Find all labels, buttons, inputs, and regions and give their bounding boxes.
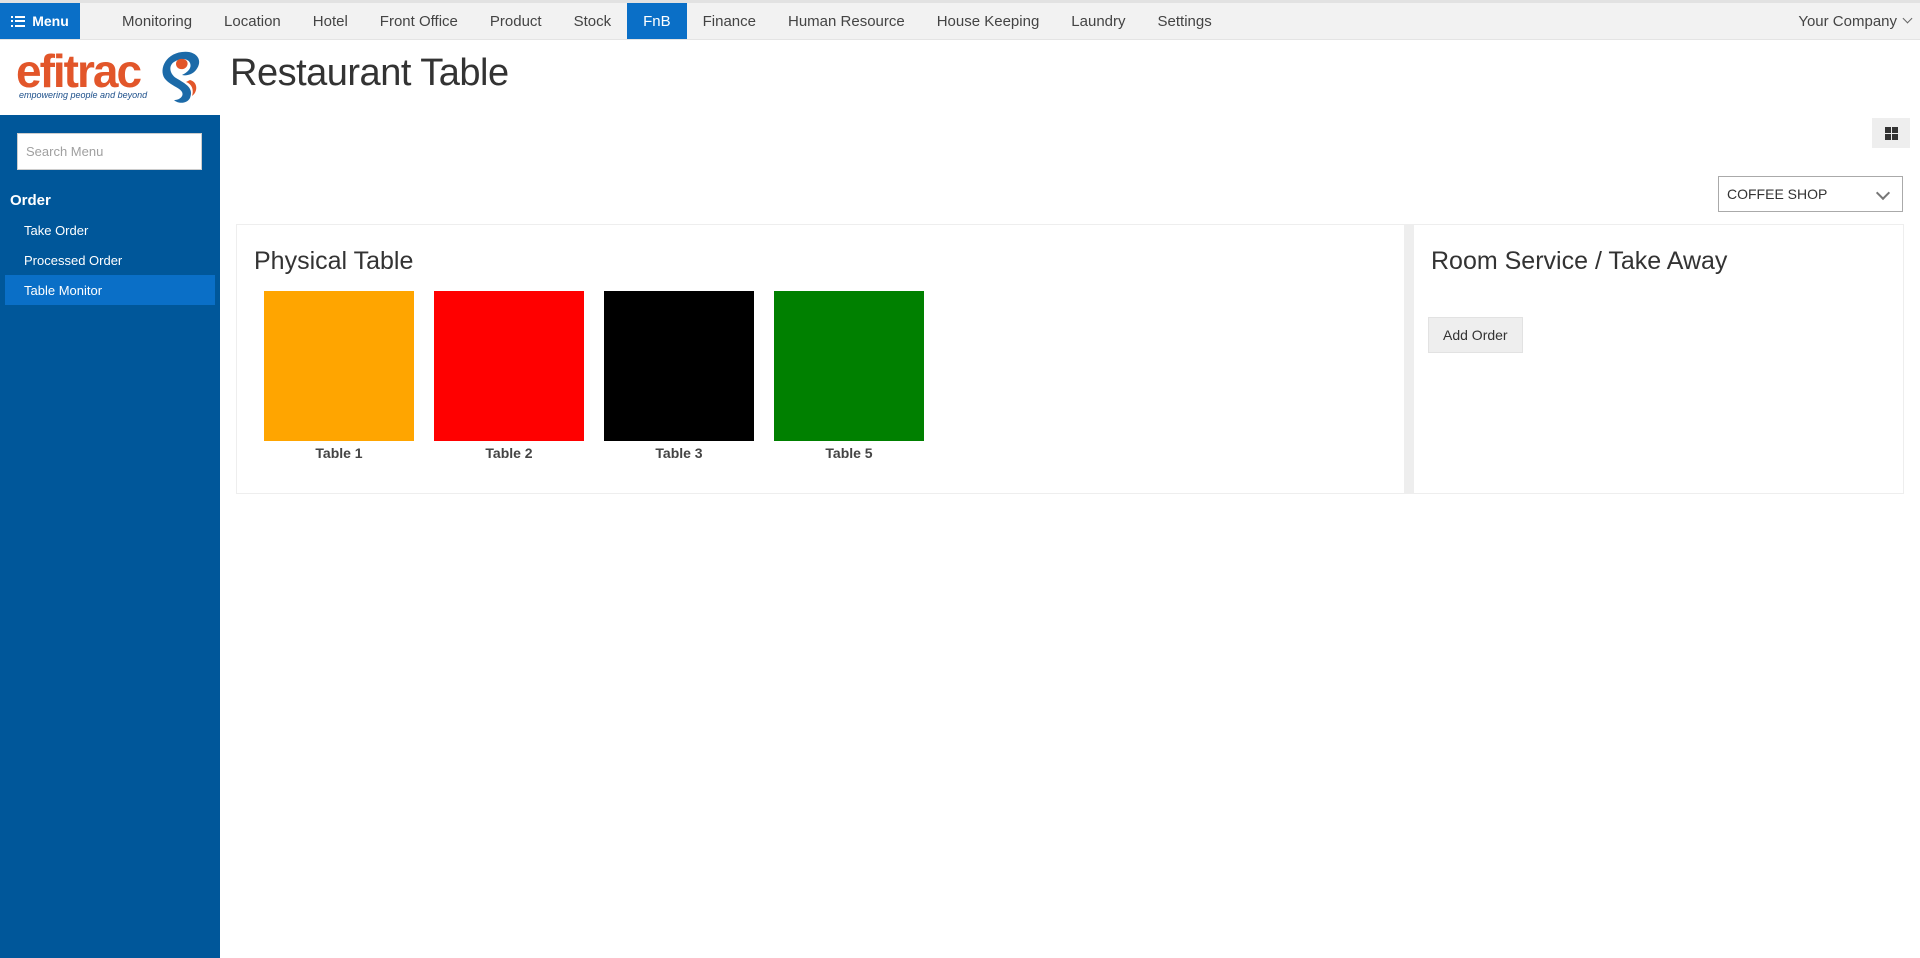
nav-item-front-office[interactable]: Front Office — [364, 3, 474, 39]
page-title: Restaurant Table — [230, 52, 509, 94]
sidebar-item-table-monitor[interactable]: Table Monitor — [5, 275, 215, 305]
sidebar-section-order: Order — [10, 192, 51, 209]
main-nav: Monitoring Location Hotel Front Office P… — [106, 3, 1228, 39]
nav-item-human-resource[interactable]: Human Resource — [772, 3, 921, 39]
logo-tagline: empowering people and beyond — [19, 90, 148, 100]
table-status-swatch — [434, 291, 584, 441]
company-label: Your Company — [1798, 12, 1897, 30]
sidebar-item-label: Take Order — [24, 222, 89, 238]
logo-wordmark: efitrac — [16, 45, 142, 97]
efitrac-logo: efitrac empowering people and beyond — [16, 48, 206, 106]
nav-item-fnb[interactable]: FnB — [627, 3, 687, 39]
company-dropdown[interactable]: Your Company — [1798, 3, 1912, 39]
table-panels: Physical Table Table 1 Table 2 Table 3 T… — [236, 224, 1904, 494]
menu-button-label: Menu — [32, 13, 69, 29]
hamburger-icon — [11, 15, 26, 27]
nav-item-monitoring[interactable]: Monitoring — [106, 3, 208, 39]
sidebar-item-processed-order[interactable]: Processed Order — [5, 245, 215, 275]
sidebar: Order Take Order Processed Order Table M… — [0, 115, 220, 958]
nav-item-laundry[interactable]: Laundry — [1055, 3, 1141, 39]
table-label: Table 1 — [315, 445, 363, 461]
table-card-3[interactable]: Table 3 — [604, 291, 754, 461]
chevron-down-icon — [1876, 188, 1888, 200]
room-service-heading: Room Service / Take Away — [1431, 247, 1728, 275]
table-label: Table 2 — [485, 445, 533, 461]
menu-button[interactable]: Menu — [0, 3, 80, 39]
nav-item-product[interactable]: Product — [474, 3, 558, 39]
top-navigation-bar: Menu Monitoring Location Hotel Front Off… — [0, 0, 1920, 40]
table-grid: Table 1 Table 2 Table 3 Table 5 — [264, 291, 944, 461]
panel-divider — [1404, 225, 1414, 493]
nav-item-finance[interactable]: Finance — [687, 3, 772, 39]
grid-view-button[interactable] — [1872, 118, 1910, 148]
physical-table-heading: Physical Table — [254, 247, 414, 275]
sidebar-item-label: Table Monitor — [24, 282, 103, 298]
outlet-select[interactable]: COFFEE SHOP — [1718, 176, 1903, 212]
grid-icon — [1884, 126, 1898, 140]
nav-item-hotel[interactable]: Hotel — [297, 3, 364, 39]
search-menu-input[interactable] — [17, 133, 202, 170]
logo-mark-icon — [162, 51, 200, 103]
sidebar-menu: Take Order Processed Order Table Monitor — [5, 215, 215, 305]
table-label: Table 3 — [655, 445, 703, 461]
sidebar-item-label: Processed Order — [24, 252, 123, 268]
table-card-2[interactable]: Table 2 — [434, 291, 584, 461]
nav-item-settings[interactable]: Settings — [1142, 3, 1228, 39]
outlet-select-value: COFFEE SHOP — [1727, 186, 1828, 202]
table-status-swatch — [264, 291, 414, 441]
nav-item-house-keeping[interactable]: House Keeping — [921, 3, 1056, 39]
nav-item-location[interactable]: Location — [208, 3, 297, 39]
room-service-panel: Room Service / Take Away Add Order — [1414, 225, 1903, 493]
table-label: Table 5 — [825, 445, 873, 461]
table-card-1[interactable]: Table 1 — [264, 291, 414, 461]
chevron-down-icon — [1903, 15, 1912, 24]
physical-table-panel: Physical Table Table 1 Table 2 Table 3 T… — [237, 225, 1404, 493]
sidebar-item-take-order[interactable]: Take Order — [5, 215, 215, 245]
table-status-swatch — [604, 291, 754, 441]
table-card-5[interactable]: Table 5 — [774, 291, 924, 461]
nav-item-stock[interactable]: Stock — [558, 3, 628, 39]
table-status-swatch — [774, 291, 924, 441]
add-order-button[interactable]: Add Order — [1428, 317, 1523, 353]
